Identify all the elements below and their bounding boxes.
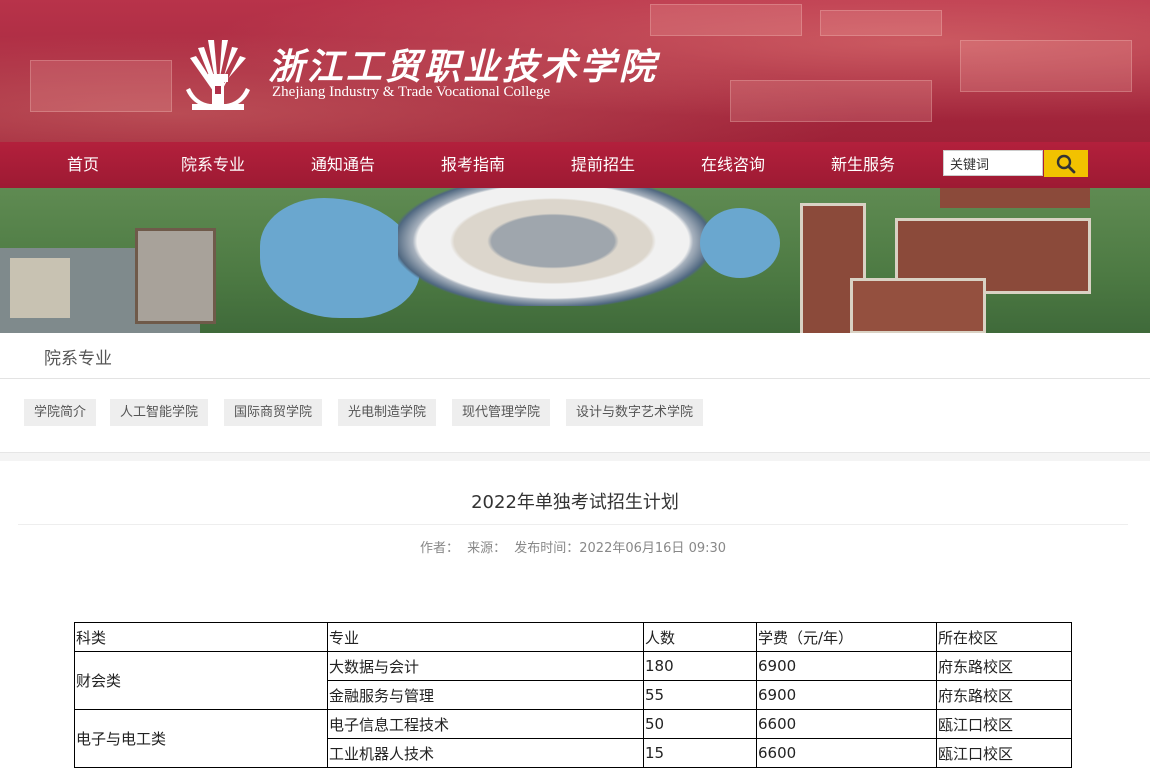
banner-building <box>850 278 986 333</box>
table-header-cell: 学费（元/年） <box>756 622 937 652</box>
tuition-cell: 6900 <box>756 651 937 681</box>
table-header-cell: 专业 <box>327 622 644 652</box>
table-header-row: 科类 专业 人数 学费（元/年） 所在校区 <box>74 622 1072 652</box>
search-input[interactable] <box>943 150 1043 176</box>
article-author: 作者： <box>419 541 459 556</box>
tab-ai-school[interactable]: 人工智能学院 <box>110 399 209 426</box>
banner-round-building <box>398 188 708 306</box>
search-button[interactable] <box>1044 150 1088 177</box>
divider <box>0 378 1150 379</box>
table-row: 财会类 大数据与会计 180 6900 府东路校区 <box>74 651 1072 710</box>
site-header: 浙江工贸职业技术学院 Zhejiang Industry & Trade Voc… <box>0 0 1150 142</box>
tab-optoelectronic-school[interactable]: 光电制造学院 <box>338 399 437 426</box>
article-meta: 作者： 来源： 发布时间：2022年06月16日 09:30 <box>0 537 1150 556</box>
banner-building <box>940 188 1090 208</box>
nav-item-early-admission[interactable]: 提前招生 <box>548 142 658 188</box>
header-bg-building <box>960 40 1132 92</box>
campus-cell: 瓯江口校区 <box>936 738 1072 768</box>
nav-item-departments[interactable]: 院系专业 <box>158 142 268 188</box>
tab-international-trade-school[interactable]: 国际商贸学院 <box>224 399 323 426</box>
quota-cell: 180 <box>643 651 757 681</box>
major-cell: 电子信息工程技术 <box>327 709 644 739</box>
tab-college-intro[interactable]: 学院简介 <box>24 399 97 426</box>
header-bg-building <box>650 4 802 36</box>
tab-modern-management-school[interactable]: 现代管理学院 <box>452 399 551 426</box>
banner-pond <box>700 208 780 278</box>
campus-banner-image <box>0 188 1150 333</box>
tuition-cell: 6600 <box>756 709 937 739</box>
nav-item-online-consult[interactable]: 在线咨询 <box>678 142 788 188</box>
nav-item-notices[interactable]: 通知通告 <box>288 142 398 188</box>
quota-cell: 55 <box>643 680 757 710</box>
major-cell: 工业机器人技术 <box>327 738 644 768</box>
college-name-cn: 浙江工贸职业技术学院 <box>268 46 659 88</box>
section-title: 院系专业 <box>44 349 112 369</box>
divider <box>18 524 1128 525</box>
college-logo-icon[interactable] <box>186 28 250 112</box>
article-publish-time: 发布时间：2022年06月16日 09:30 <box>514 541 727 556</box>
major-cell: 金融服务与管理 <box>327 680 644 710</box>
table-row: 电子与电工类 电子信息工程技术 50 6600 瓯江口校区 <box>74 709 1072 768</box>
category-cell: 财会类 <box>74 651 328 710</box>
nav-item-freshman-services[interactable]: 新生服务 <box>808 142 918 188</box>
header-bg-building <box>820 10 942 36</box>
table-header-cell: 科类 <box>74 622 328 652</box>
campus-cell: 瓯江口校区 <box>936 709 1072 739</box>
quota-cell: 15 <box>643 738 757 768</box>
banner-building <box>135 228 216 324</box>
header-bg-building <box>730 80 932 122</box>
tuition-cell: 6600 <box>756 738 937 768</box>
table-header-cell: 所在校区 <box>936 622 1072 652</box>
table-header-cell: 人数 <box>643 622 757 652</box>
banner-pond <box>260 198 420 318</box>
divider <box>0 452 1150 461</box>
major-cell: 大数据与会计 <box>327 651 644 681</box>
tuition-cell: 6900 <box>756 680 937 710</box>
enrollment-plan-table: 科类 专业 人数 学费（元/年） 所在校区 财会类 大数据与会计 180 690… <box>74 622 1072 768</box>
nav-item-home[interactable]: 首页 <box>28 142 138 188</box>
quota-cell: 50 <box>643 709 757 739</box>
article-title: 2022年单独考试招生计划 <box>471 492 679 513</box>
nav-item-admission-guide[interactable]: 报考指南 <box>418 142 528 188</box>
category-cell: 电子与电工类 <box>74 709 328 768</box>
banner-building <box>10 258 70 318</box>
campus-cell: 府东路校区 <box>936 680 1072 710</box>
campus-cell: 府东路校区 <box>936 651 1072 681</box>
tab-design-digital-art-school[interactable]: 设计与数字艺术学院 <box>566 399 704 426</box>
header-bg-building <box>30 60 172 112</box>
article-source: 来源： <box>467 541 507 556</box>
college-name-en: Zhejiang Industry & Trade Vocational Col… <box>272 84 551 100</box>
search-icon <box>1056 154 1076 173</box>
